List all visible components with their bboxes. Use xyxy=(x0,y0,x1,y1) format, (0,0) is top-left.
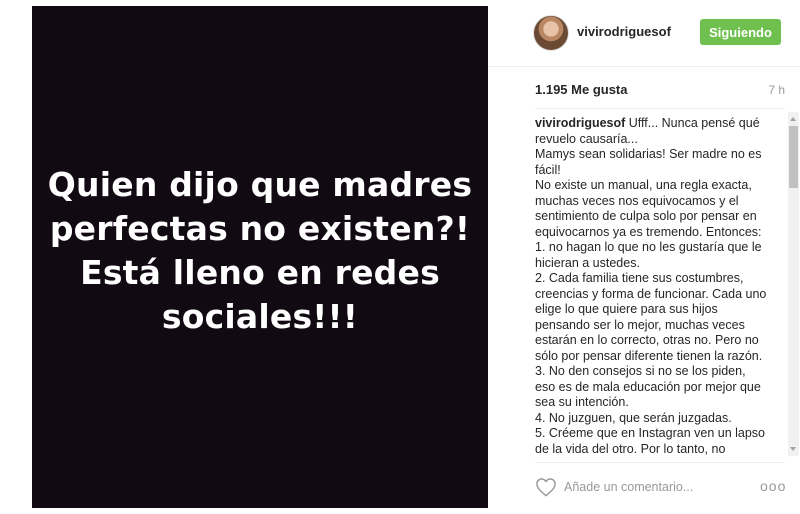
instagram-post-view: Quien dijo que madres perfectas no exist… xyxy=(0,0,800,514)
scroll-down-arrow-icon[interactable] xyxy=(790,447,796,451)
caption-username[interactable]: vivirodriguesof xyxy=(535,116,625,130)
caption-line: eso es de mala educación por mejor que xyxy=(535,379,761,394)
caption: vivirodriguesof Ufff... Nunca pensé qué … xyxy=(535,116,785,456)
scroll-up-arrow-icon[interactable] xyxy=(790,117,796,121)
scroll-thumb[interactable] xyxy=(789,126,798,188)
caption-line: 5. Créeme que en Instagran ven un lapso xyxy=(535,426,766,440)
post-image-text-line: Está lleno en redes xyxy=(80,253,440,292)
post-image[interactable]: Quien dijo que madres perfectas no exist… xyxy=(32,6,488,508)
caption-line: 3. No den consejos si no se los piden, xyxy=(535,364,746,378)
caption-line: sólo por pensar diferente tienen la razó… xyxy=(535,348,763,363)
post-image-text-line: perfectas no existen?! xyxy=(49,209,471,248)
post-image-text-line: Quien dijo que madres xyxy=(47,165,473,204)
caption-line: estarán en lo correcto, otras no. Pero n… xyxy=(535,333,759,347)
more-options-icon[interactable]: ooo xyxy=(760,478,785,494)
divider xyxy=(535,108,785,109)
following-button[interactable]: Siguiendo xyxy=(700,19,781,45)
caption-line: revuelo causaría... xyxy=(535,131,638,146)
caption-line: equivocarnos ya es tremendo. Entonces: xyxy=(535,224,762,239)
post-stats: 1.195 Me gusta 7 h xyxy=(535,82,785,100)
header-username[interactable]: vivirodriguesof xyxy=(577,24,671,39)
caption-line: sentimiento de culpa solo por pensar en xyxy=(535,209,757,223)
post-image-text-line: sociales!!! xyxy=(161,297,359,336)
caption-line: sea su intención. xyxy=(535,395,629,409)
caption-line: de la vida del otro. Por lo tanto, no xyxy=(535,441,726,456)
caption-line: vivirodriguesof Ufff... Nunca pensé qué xyxy=(535,116,785,132)
post-image-text: Quien dijo que madres perfectas no exist… xyxy=(40,163,480,339)
likes-count[interactable]: 1.195 Me gusta xyxy=(535,82,628,97)
caption-line: 1. no hagan lo que no les gustaría que l… xyxy=(535,240,762,254)
caption-line: elige lo que quiere para sus hijos xyxy=(535,302,718,316)
heart-icon[interactable] xyxy=(535,477,557,497)
caption-first-line-text: Ufff... Nunca pensé qué xyxy=(625,116,760,130)
caption-line: 4. No juzguen, que serán juzgadas. xyxy=(535,410,732,425)
caption-line: creencias y forma de funcionar. Cada uno xyxy=(535,286,767,301)
caption-line: Mamys sean solidarias! Ser madre no es xyxy=(535,147,762,161)
avatar[interactable] xyxy=(533,15,569,51)
post-sidebar: vivirodriguesof Siguiendo 1.195 Me gusta… xyxy=(488,0,800,514)
caption-scrollbar[interactable] xyxy=(788,112,799,456)
divider xyxy=(535,462,785,463)
post-header: vivirodriguesof Siguiendo xyxy=(488,0,800,67)
caption-line: hicieran a ustedes. xyxy=(535,255,640,270)
caption-line: pensando ser lo mejor, muchas veces xyxy=(535,317,745,332)
comment-input[interactable] xyxy=(564,477,750,497)
caption-line: 2. Cada familia tiene sus costumbres, xyxy=(535,271,744,285)
post-timestamp[interactable]: 7 h xyxy=(768,83,785,97)
caption-line: muchas veces nos equivocamos y el xyxy=(535,193,739,208)
caption-line: fácil! xyxy=(535,162,561,177)
caption-line: No existe un manual, una regla exacta, xyxy=(535,178,752,192)
